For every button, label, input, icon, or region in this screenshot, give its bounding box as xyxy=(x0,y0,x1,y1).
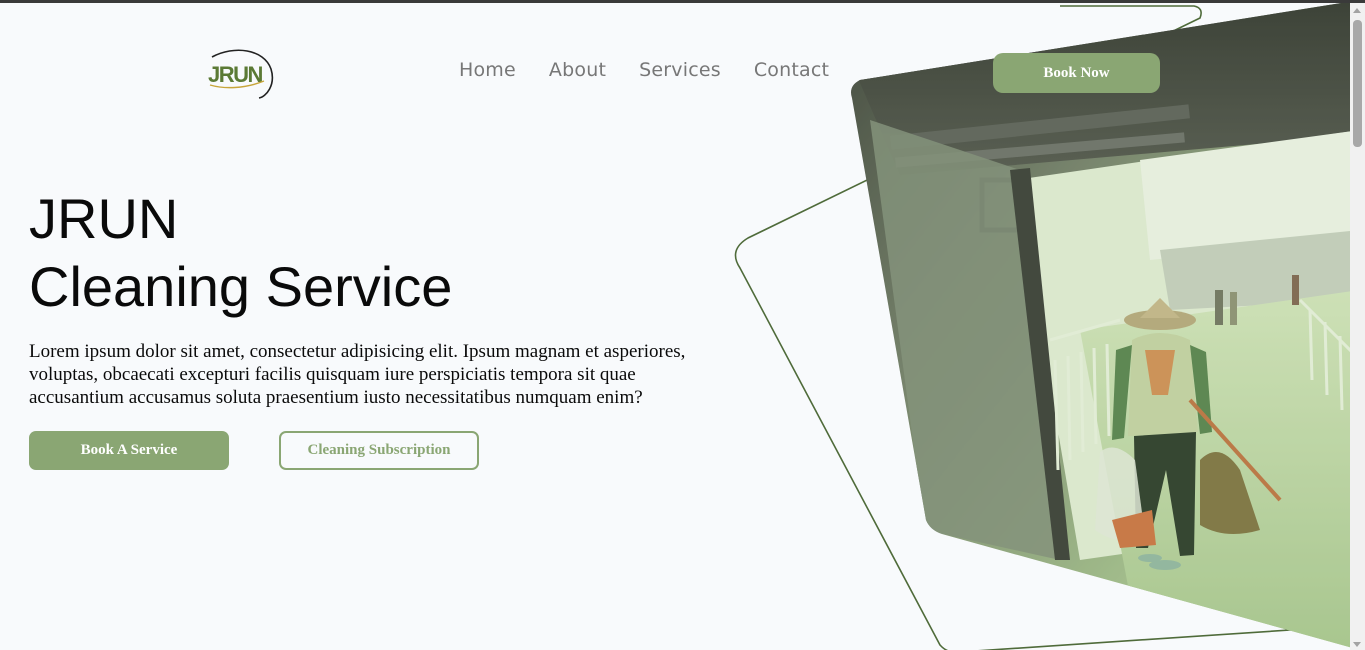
hero-title: JRUN Cleaning Service xyxy=(29,185,452,321)
hero-image xyxy=(720,3,1350,650)
svg-text:JRUN: JRUN xyxy=(208,62,263,87)
scroll-down-arrow-icon[interactable] xyxy=(1353,642,1361,647)
hero-title-line-1: JRUN xyxy=(29,187,179,250)
book-now-button[interactable]: Book Now xyxy=(993,53,1160,93)
jrun-logo-icon[interactable]: JRUN xyxy=(204,47,274,99)
scroll-up-arrow-icon[interactable] xyxy=(1353,8,1361,13)
nav-services[interactable]: Services xyxy=(639,59,721,81)
hero-title-line-2: Cleaning Service xyxy=(29,255,453,318)
nav-home[interactable]: Home xyxy=(459,59,516,81)
hero-description: Lorem ipsum dolor sit amet, consectetur … xyxy=(29,341,686,408)
vertical-scrollbar[interactable] xyxy=(1350,3,1365,650)
book-a-service-button[interactable]: Book A Service xyxy=(29,431,229,470)
street-cleaner-photo xyxy=(851,3,1350,650)
landing-page: JRUN Home About Services Contact Book No… xyxy=(0,3,1350,650)
nav-about[interactable]: About xyxy=(549,59,606,81)
cleaning-subscription-button[interactable]: Cleaning Subscription xyxy=(279,431,479,470)
scroll-thumb[interactable] xyxy=(1353,20,1362,147)
